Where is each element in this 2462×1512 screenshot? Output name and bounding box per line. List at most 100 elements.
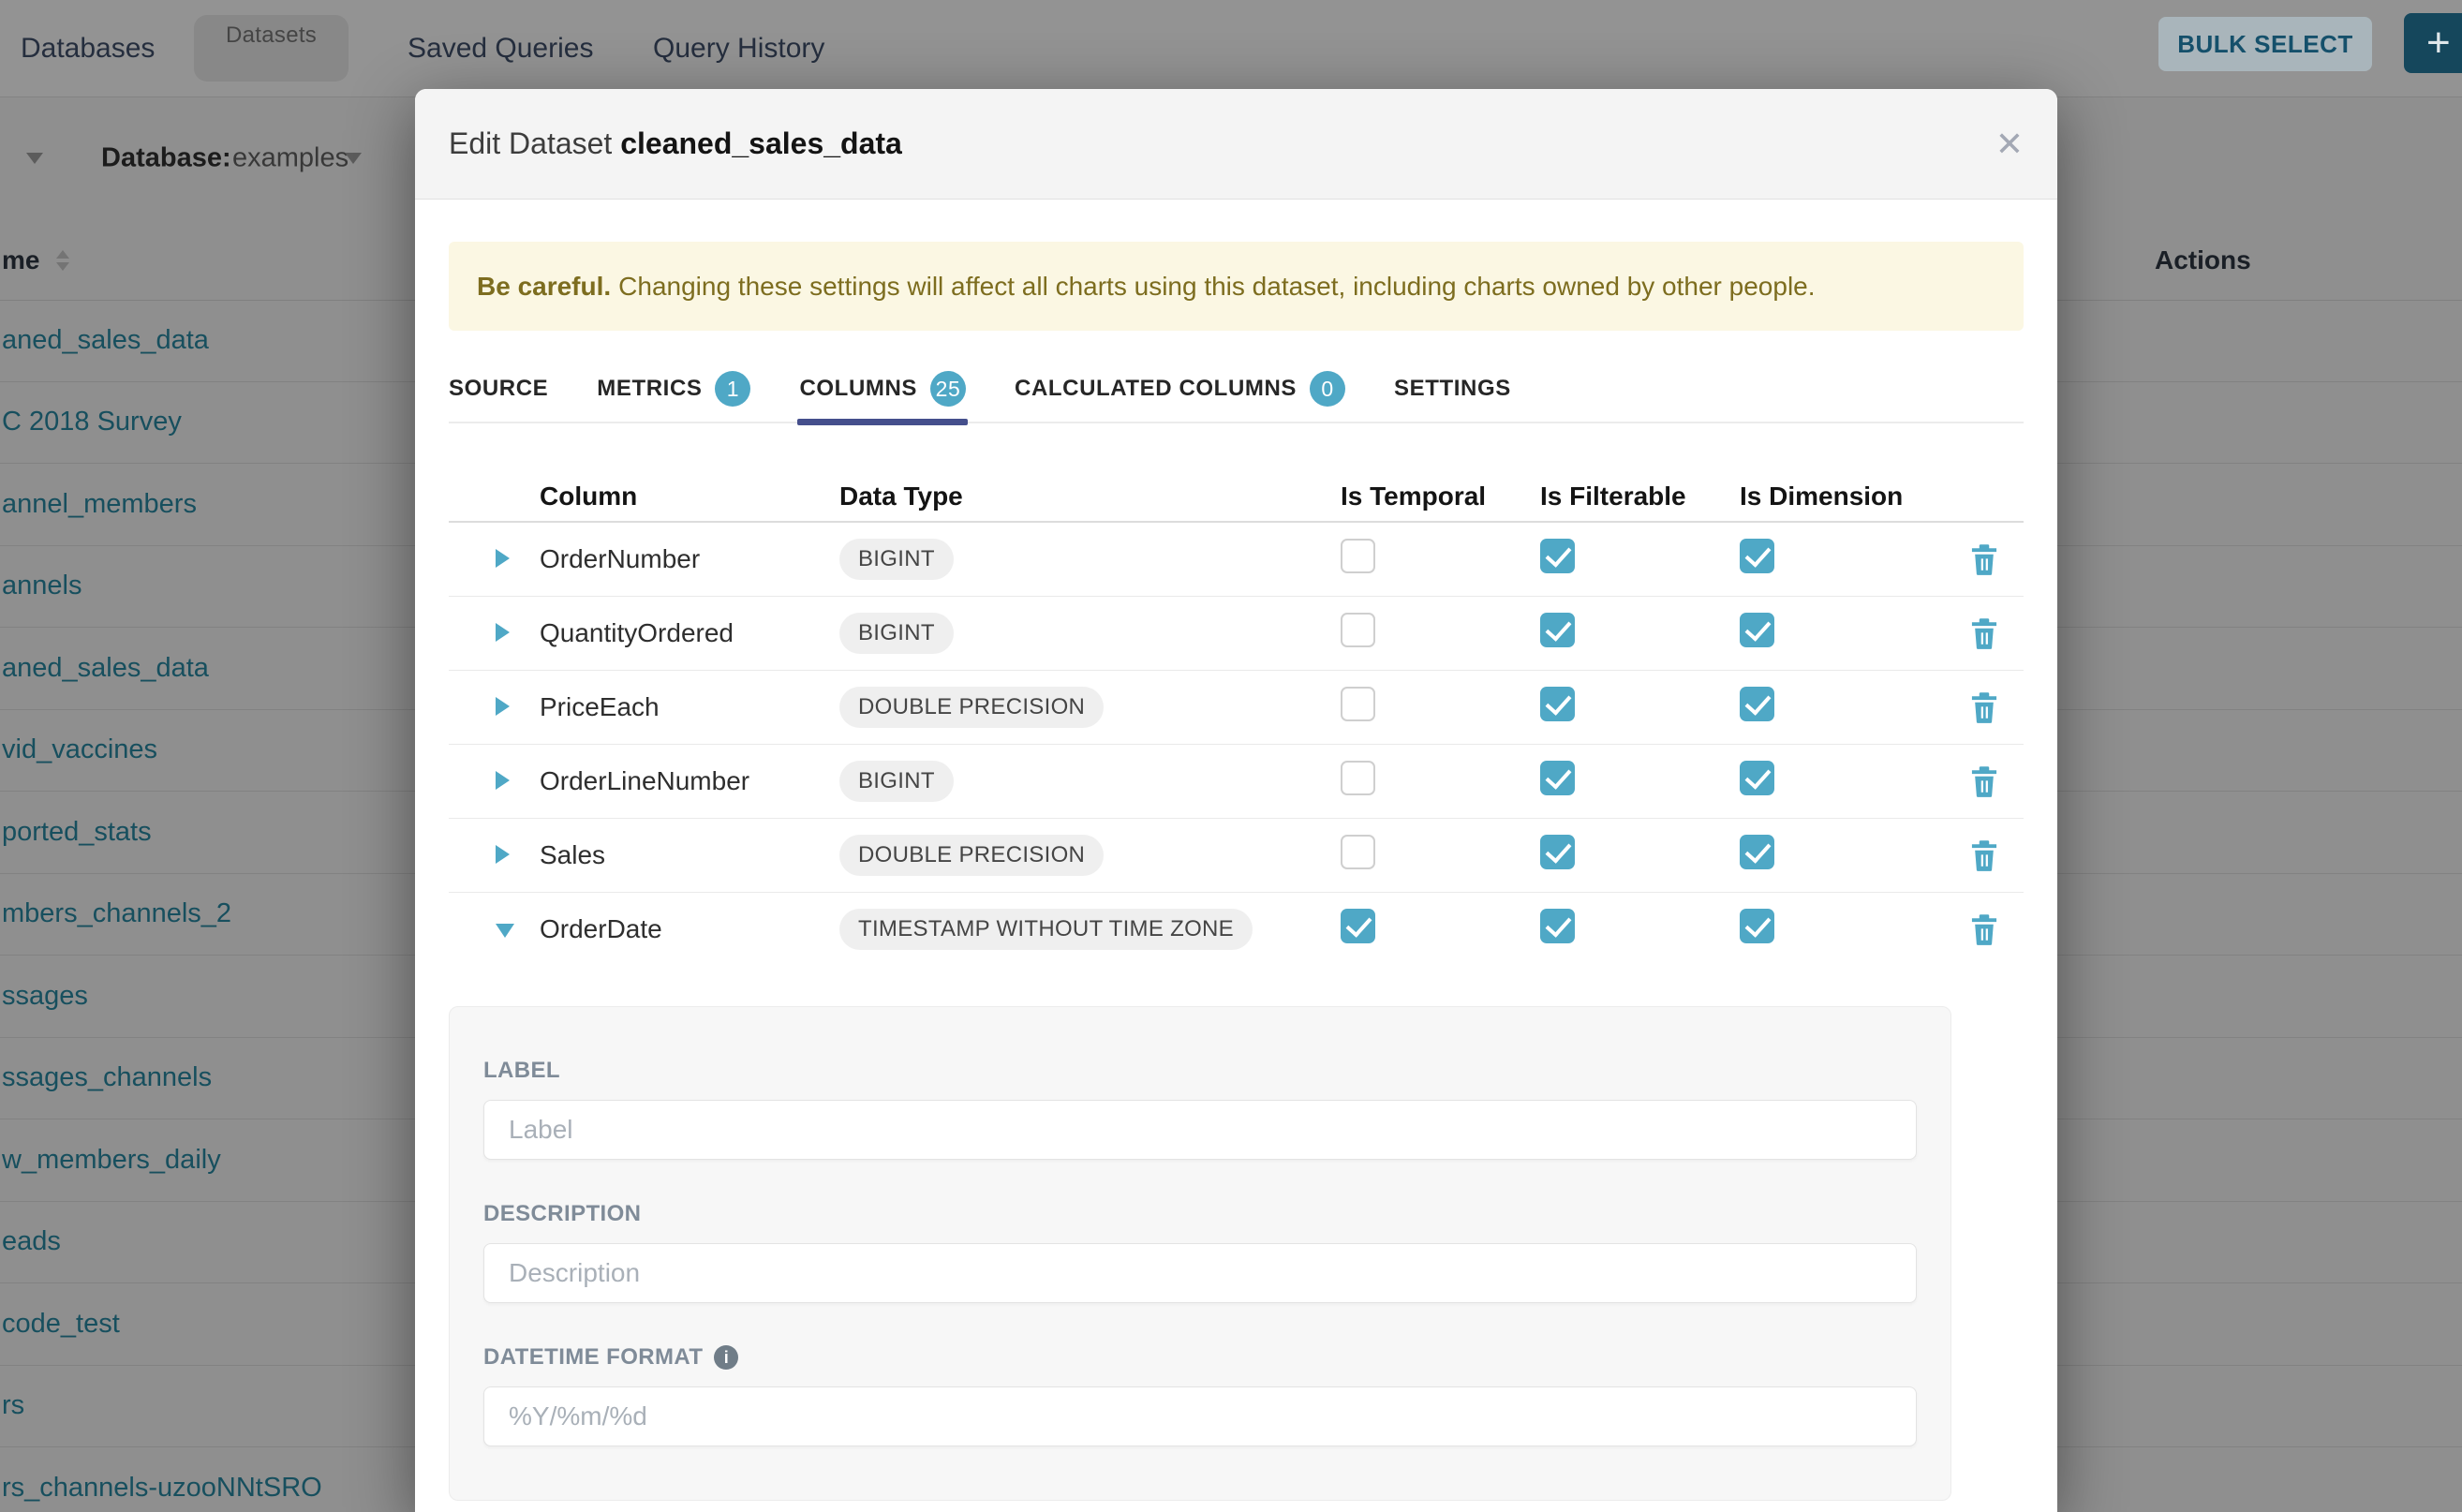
datetime-format-field-label: DATETIME FORMAT <box>483 1344 1917 1371</box>
warning-banner: Be careful. Changing these settings will… <box>449 242 2024 331</box>
is-temporal-checkbox[interactable] <box>1341 687 1375 721</box>
column-name: Sales <box>528 840 830 870</box>
is-dimension-checkbox[interactable] <box>1740 761 1774 795</box>
sort-icon[interactable] <box>56 250 69 271</box>
nav-item-databases[interactable]: Databases <box>21 0 155 96</box>
data-type-header: Data Type <box>830 482 1341 511</box>
delete-icon[interactable] <box>1969 765 1999 797</box>
is-dimension-checkbox[interactable] <box>1740 539 1774 573</box>
dataset-link[interactable]: ported_stats <box>0 817 152 848</box>
dataset-link[interactable]: ssages_channels <box>0 1062 212 1093</box>
tab-settings[interactable]: SETTINGS <box>1394 356 1511 422</box>
nav-item-datasets[interactable]: Datasets <box>194 15 349 82</box>
is-filterable-header: Is Filterable <box>1540 482 1740 511</box>
add-dataset-button[interactable]: + <box>2404 13 2462 73</box>
modal-header: Edit Dataset cleaned_sales_data ✕ <box>415 89 2057 200</box>
delete-icon[interactable] <box>1969 913 1999 945</box>
dataset-link[interactable]: annel_members <box>0 489 197 520</box>
warning-text: Changing these settings will affect all … <box>618 272 1815 302</box>
delete-icon[interactable] <box>1969 617 1999 649</box>
data-type-pill: BIGINT <box>839 613 954 654</box>
tab-label: SETTINGS <box>1394 376 1511 402</box>
modal-title-prefix: Edit Dataset <box>449 126 612 160</box>
modal-title: Edit Dataset cleaned_sales_data <box>449 126 902 161</box>
actions-column-header: Actions <box>2155 245 2251 275</box>
name-column-header[interactable]: me <box>2 245 69 275</box>
modal-tabs: SOURCE METRICS 1 COLUMNS 25 CALCULATED C… <box>449 356 2024 423</box>
is-temporal-checkbox[interactable] <box>1341 613 1375 647</box>
data-type-pill: DOUBLE PRECISION <box>839 687 1104 728</box>
column-header: Column <box>528 482 830 511</box>
delete-icon[interactable] <box>1969 839 1999 871</box>
dataset-link[interactable]: eads <box>0 1226 61 1257</box>
dataset-link[interactable]: aned_sales_data <box>0 325 209 356</box>
tab-count-badge: 1 <box>715 371 750 407</box>
close-icon[interactable]: ✕ <box>1995 127 2024 161</box>
column-row: OrderDate TIMESTAMP WITHOUT TIME ZONE <box>449 893 2024 966</box>
description-input[interactable] <box>483 1243 1917 1303</box>
is-filterable-checkbox[interactable] <box>1540 613 1575 647</box>
database-filter-value[interactable]: examples <box>232 143 349 174</box>
nav-item-query-history[interactable]: Query History <box>653 0 824 96</box>
is-temporal-checkbox[interactable] <box>1341 909 1375 943</box>
expand-caret-icon[interactable] <box>496 924 514 938</box>
expand-caret-icon[interactable] <box>496 697 510 716</box>
info-icon[interactable] <box>714 1345 738 1370</box>
dataset-link[interactable]: rs_channels-uzooNNtSRO <box>0 1473 322 1504</box>
tab-count-badge: 0 <box>1310 371 1345 407</box>
expand-caret-icon[interactable] <box>496 549 510 568</box>
is-dimension-checkbox[interactable] <box>1740 835 1774 869</box>
expand-caret-icon[interactable] <box>496 623 510 642</box>
expand-caret-icon[interactable] <box>496 845 510 864</box>
is-dimension-checkbox[interactable] <box>1740 613 1774 647</box>
delete-icon[interactable] <box>1969 691 1999 723</box>
dataset-link[interactable]: w_members_daily <box>0 1145 221 1176</box>
datetime-format-input[interactable] <box>483 1386 1917 1446</box>
tab-label: SOURCE <box>449 376 548 402</box>
nav-item-saved-queries[interactable]: Saved Queries <box>408 0 593 96</box>
chevron-down-icon[interactable] <box>26 153 43 164</box>
tab-source[interactable]: SOURCE <box>449 356 548 422</box>
dataset-link[interactable]: C 2018 Survey <box>0 407 182 437</box>
dataset-link[interactable]: aned_sales_data <box>0 653 209 684</box>
dataset-link[interactable]: annels <box>0 571 82 601</box>
description-field-label: DESCRIPTION <box>483 1201 1917 1227</box>
dataset-link[interactable]: ssages <box>0 981 88 1012</box>
dataset-link[interactable]: vid_vaccines <box>0 734 157 765</box>
column-row: Sales DOUBLE PRECISION <box>449 819 2024 893</box>
label-input[interactable] <box>483 1100 1917 1160</box>
column-row: OrderLineNumber BIGINT <box>449 745 2024 819</box>
is-filterable-checkbox[interactable] <box>1540 909 1575 943</box>
tab-label: COLUMNS <box>799 376 917 402</box>
is-temporal-checkbox[interactable] <box>1341 761 1375 795</box>
column-name: QuantityOrdered <box>528 618 830 648</box>
bulk-select-button[interactable]: BULK SELECT <box>2158 17 2372 71</box>
top-nav: Databases Datasets Saved Queries Query H… <box>0 0 2462 97</box>
label-field-label: LABEL <box>483 1058 1917 1084</box>
is-dimension-checkbox[interactable] <box>1740 687 1774 721</box>
dataset-link[interactable]: code_test <box>0 1309 120 1340</box>
is-filterable-checkbox[interactable] <box>1540 835 1575 869</box>
is-filterable-checkbox[interactable] <box>1540 761 1575 795</box>
dataset-link[interactable]: rs <box>0 1390 24 1421</box>
chevron-down-icon[interactable] <box>345 153 362 164</box>
database-filter-label: Database: <box>101 143 231 174</box>
is-dimension-checkbox[interactable] <box>1740 909 1774 943</box>
is-filterable-checkbox[interactable] <box>1540 687 1575 721</box>
expand-caret-icon[interactable] <box>496 771 510 790</box>
edit-dataset-modal: Edit Dataset cleaned_sales_data ✕ Be car… <box>415 89 2057 1512</box>
columns-table-body: OrderNumber BIGINT QuantityOrdered BIGIN… <box>449 523 2024 966</box>
is-filterable-checkbox[interactable] <box>1540 539 1575 573</box>
delete-icon[interactable] <box>1969 543 1999 575</box>
is-temporal-checkbox[interactable] <box>1341 835 1375 869</box>
is-dimension-header: Is Dimension <box>1740 482 1939 511</box>
tab-metrics[interactable]: METRICS 1 <box>597 356 750 422</box>
tab-calculated-columns[interactable]: CALCULATED COLUMNS 0 <box>1015 356 1345 422</box>
is-temporal-header: Is Temporal <box>1341 482 1540 511</box>
data-type-pill: BIGINT <box>839 539 954 580</box>
tab-columns[interactable]: COLUMNS 25 <box>799 356 966 422</box>
is-temporal-checkbox[interactable] <box>1341 539 1375 573</box>
tab-count-badge: 25 <box>930 371 966 407</box>
dataset-link[interactable]: mbers_channels_2 <box>0 898 231 929</box>
tab-label: CALCULATED COLUMNS <box>1015 376 1297 402</box>
